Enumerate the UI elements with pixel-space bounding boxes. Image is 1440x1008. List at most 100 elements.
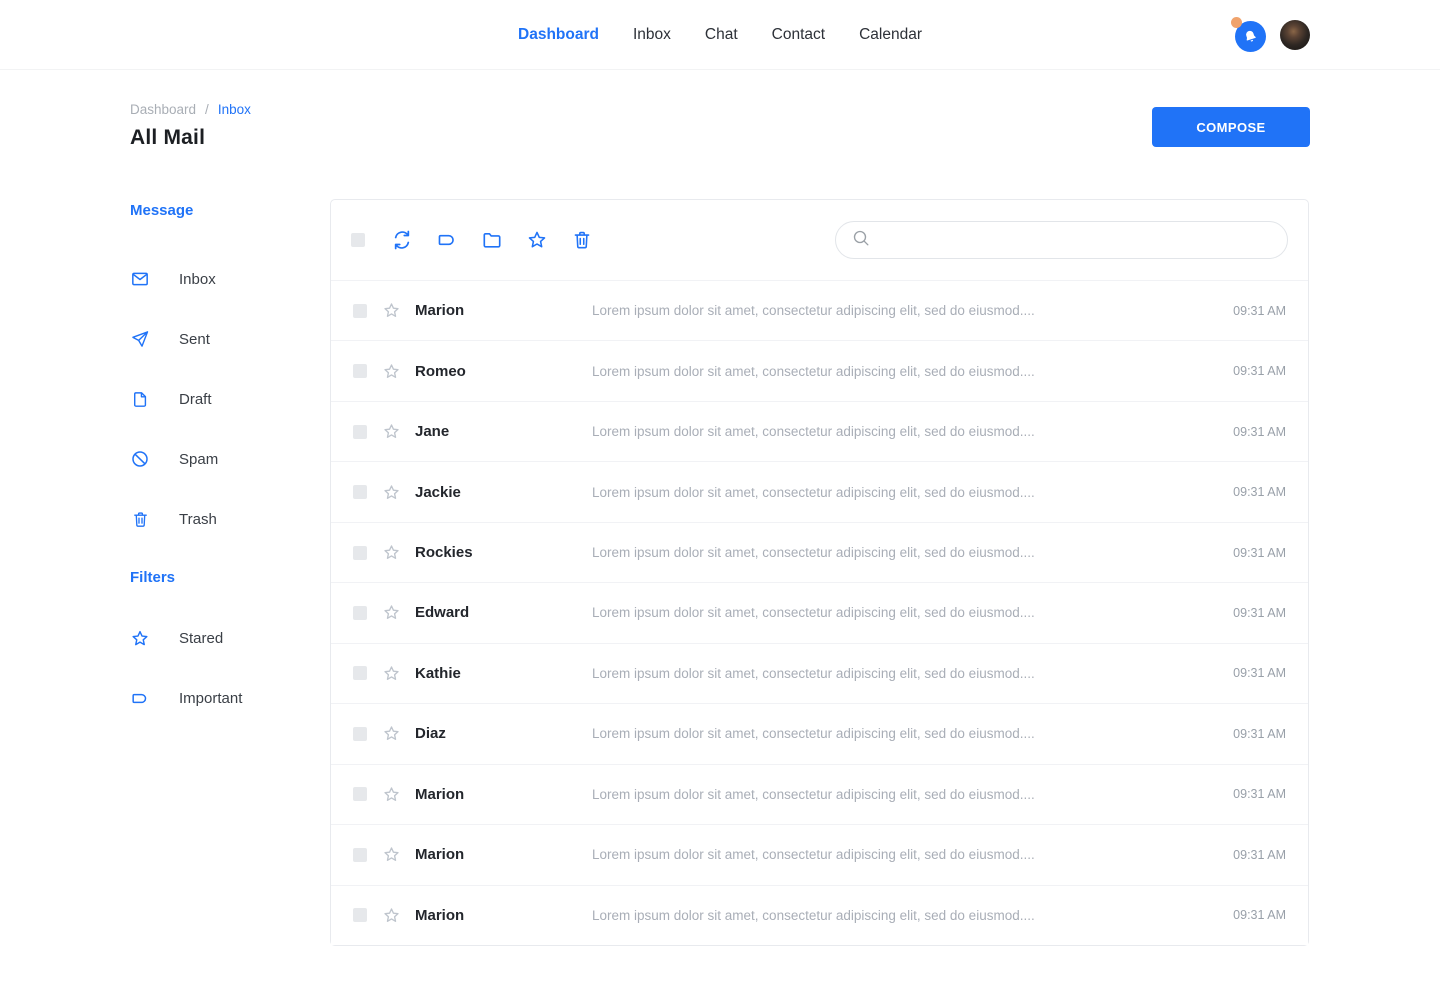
mail-preview: Lorem ipsum dolor sit amet, consectetur … xyxy=(592,908,1215,923)
nav-item-dashboard[interactable]: Dashboard xyxy=(518,26,599,44)
mail-row[interactable]: Romeo Lorem ipsum dolor sit amet, consec… xyxy=(331,340,1308,400)
row-checkbox[interactable] xyxy=(353,425,367,439)
mail-row[interactable]: Diaz Lorem ipsum dolor sit amet, consect… xyxy=(331,703,1308,763)
mail-row[interactable]: Edward Lorem ipsum dolor sit amet, conse… xyxy=(331,582,1308,642)
mail-sender: Jackie xyxy=(415,484,592,501)
compose-button[interactable]: COMPOSE xyxy=(1152,107,1310,147)
mail-time: 09:31 AM xyxy=(1233,304,1286,318)
star-icon[interactable] xyxy=(382,422,401,441)
nav-item-chat[interactable]: Chat xyxy=(705,26,738,44)
folder-icon[interactable] xyxy=(481,229,503,251)
search-icon xyxy=(851,228,871,253)
trash-icon[interactable] xyxy=(571,229,593,251)
mail-sender: Rockies xyxy=(415,544,592,561)
mail-sender: Marion xyxy=(415,907,592,924)
mail-preview: Lorem ipsum dolor sit amet, consectetur … xyxy=(592,726,1215,741)
nav-item-contact[interactable]: Contact xyxy=(772,26,825,44)
row-checkbox[interactable] xyxy=(353,848,367,862)
nav-item-calendar[interactable]: Calendar xyxy=(859,26,922,44)
mail-sender: Marion xyxy=(415,846,592,863)
mail-sender: Kathie xyxy=(415,665,592,682)
mail-sender: Jane xyxy=(415,423,592,440)
select-all-checkbox[interactable] xyxy=(351,233,365,247)
document-icon xyxy=(130,389,150,409)
mail-time: 09:31 AM xyxy=(1233,606,1286,620)
star-icon[interactable] xyxy=(382,785,401,804)
sidebar-item-sent[interactable]: Sent xyxy=(130,309,315,369)
row-checkbox[interactable] xyxy=(353,364,367,378)
mail-time: 09:31 AM xyxy=(1233,485,1286,499)
nav-item-inbox[interactable]: Inbox xyxy=(633,26,671,44)
mail-sender: Diaz xyxy=(415,725,592,742)
row-checkbox[interactable] xyxy=(353,304,367,318)
star-icon[interactable] xyxy=(382,543,401,562)
mail-time: 09:31 AM xyxy=(1233,727,1286,741)
mail-time: 09:31 AM xyxy=(1233,425,1286,439)
row-checkbox[interactable] xyxy=(353,727,367,741)
sidebar-item-label: Draft xyxy=(179,391,212,408)
star-icon[interactable] xyxy=(382,906,401,925)
row-checkbox[interactable] xyxy=(353,485,367,499)
sidebar-item-label: Inbox xyxy=(179,271,216,288)
sidebar-item-draft[interactable]: Draft xyxy=(130,369,315,429)
sidebar-section-message: Message xyxy=(130,202,315,219)
sidebar-item-stared[interactable]: Stared xyxy=(130,608,315,668)
star-icon xyxy=(130,628,150,648)
mail-sender: Marion xyxy=(415,786,592,803)
mail-preview: Lorem ipsum dolor sit amet, consectetur … xyxy=(592,787,1215,802)
mail-row[interactable]: Kathie Lorem ipsum dolor sit amet, conse… xyxy=(331,643,1308,703)
page-head: Dashboard / Inbox All Mail COMPOSE xyxy=(130,70,1310,150)
breadcrumb: Dashboard / Inbox xyxy=(130,102,251,117)
main-nav: Dashboard Inbox Chat Contact Calendar xyxy=(518,26,922,44)
search-input[interactable] xyxy=(880,232,1279,248)
mail-row[interactable]: Marion Lorem ipsum dolor sit amet, conse… xyxy=(331,824,1308,884)
mail-sender: Edward xyxy=(415,604,592,621)
star-icon[interactable] xyxy=(382,362,401,381)
refresh-icon[interactable] xyxy=(391,229,413,251)
sidebar-item-trash[interactable]: Trash xyxy=(130,489,315,549)
mail-row[interactable]: Marion Lorem ipsum dolor sit amet, conse… xyxy=(331,764,1308,824)
tag-icon[interactable] xyxy=(436,229,458,251)
page: Dashboard Inbox Chat Contact Calendar Da… xyxy=(0,0,1440,1008)
mail-time: 09:31 AM xyxy=(1233,364,1286,378)
mail-sender: Marion xyxy=(415,302,592,319)
sidebar-message-list: Inbox Sent Draft Spam xyxy=(130,249,315,549)
row-checkbox[interactable] xyxy=(353,666,367,680)
star-icon[interactable] xyxy=(382,483,401,502)
star-icon[interactable] xyxy=(382,724,401,743)
mail-row[interactable]: Rockies Lorem ipsum dolor sit amet, cons… xyxy=(331,522,1308,582)
notification-bell-icon[interactable] xyxy=(1234,19,1267,52)
star-icon[interactable] xyxy=(382,301,401,320)
sidebar-item-label: Trash xyxy=(179,511,217,528)
search-box xyxy=(835,221,1288,259)
mail-preview: Lorem ipsum dolor sit amet, consectetur … xyxy=(592,605,1215,620)
mail-row[interactable]: Jane Lorem ipsum dolor sit amet, consect… xyxy=(331,401,1308,461)
sidebar-item-label: Spam xyxy=(179,451,218,468)
breadcrumb-inbox[interactable]: Inbox xyxy=(218,102,251,117)
sidebar-item-label: Sent xyxy=(179,331,210,348)
sidebar-item-spam[interactable]: Spam xyxy=(130,429,315,489)
row-checkbox[interactable] xyxy=(353,908,367,922)
sidebar-item-important[interactable]: Important xyxy=(130,668,315,728)
star-icon[interactable] xyxy=(382,664,401,683)
breadcrumb-dashboard[interactable]: Dashboard xyxy=(130,102,196,117)
mail-row[interactable]: Jackie Lorem ipsum dolor sit amet, conse… xyxy=(331,461,1308,521)
row-checkbox[interactable] xyxy=(353,787,367,801)
user-avatar[interactable] xyxy=(1280,20,1310,50)
sidebar-item-inbox[interactable]: Inbox xyxy=(130,249,315,309)
star-icon[interactable] xyxy=(382,603,401,622)
mail-row[interactable]: Marion Lorem ipsum dolor sit amet, conse… xyxy=(331,280,1308,340)
mail-panel: Marion Lorem ipsum dolor sit amet, conse… xyxy=(330,199,1309,946)
sidebar-section-filters: Filters xyxy=(130,569,315,586)
star-icon[interactable] xyxy=(382,845,401,864)
mail-time: 09:31 AM xyxy=(1233,787,1286,801)
mail-time: 09:31 AM xyxy=(1233,848,1286,862)
breadcrumb-separator: / xyxy=(205,102,209,117)
top-bar: Dashboard Inbox Chat Contact Calendar xyxy=(0,0,1440,70)
star-icon[interactable] xyxy=(526,229,548,251)
row-checkbox[interactable] xyxy=(353,606,367,620)
mail-row[interactable]: Marion Lorem ipsum dolor sit amet, conse… xyxy=(331,885,1308,945)
mail-preview: Lorem ipsum dolor sit amet, consectetur … xyxy=(592,303,1215,318)
mail-time: 09:31 AM xyxy=(1233,546,1286,560)
row-checkbox[interactable] xyxy=(353,546,367,560)
